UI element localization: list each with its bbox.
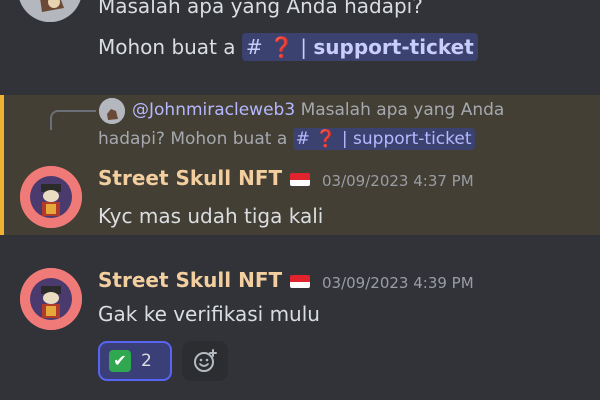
message-header: Street Skull NFT [98,166,311,190]
reply-preview-line1[interactable]: @Johnmiracleweb3 Masalah apa yang Anda [132,96,504,124]
channel-hash-icon: # [245,35,263,59]
message-text: Masalah apa yang Anda hadapi? [98,0,423,18]
question-mark-emoji: ❓ [269,35,294,59]
channel-hash-icon: # [295,129,310,149]
channel-mention-support-ticket[interactable]: # ❓ | support-ticket [241,33,478,61]
reply-text: Masalah apa yang Anda [300,100,505,120]
reply-username[interactable]: @Johnmiracleweb3 [132,100,295,120]
message-header: Street Skull NFT [98,268,311,292]
avatar-street-skull-nft[interactable] [20,268,82,330]
channel-name: support-ticket [353,129,472,149]
channel-name: support-ticket [313,35,474,59]
reply-avatar[interactable] [99,98,125,124]
username[interactable]: Street Skull NFT [98,268,282,292]
indonesia-flag-icon [290,173,311,186]
avatar-image [20,166,82,228]
reply-connector [50,110,96,130]
avatar-image [20,268,82,330]
mention-separator: | [300,35,308,59]
message-text-line2: Mohon buat a # ❓ | support-ticket [98,33,478,61]
reply-channel-mention[interactable]: # ❓ | support-ticket [292,128,475,150]
reply-preview-line2[interactable]: hadapi? Mohon buat a # ❓ | support-ticke… [98,125,475,153]
check-mark-button-icon: ✔ [109,350,131,372]
mention-separator: | [341,129,348,149]
indonesia-flag-icon [290,275,311,288]
username[interactable]: Street Skull NFT [98,166,282,190]
message-text: Kyc mas udah tiga kali [98,204,324,228]
next-message-cutoff [98,391,238,400]
message-text-fragment: Mohon buat a [98,35,236,59]
reply-avatar-image [99,98,125,124]
reaction-check-mark[interactable]: ✔ 2 [98,341,172,381]
avatar-image [18,0,82,22]
add-reaction-icon [194,349,217,372]
avatar-street-skull-nft[interactable] [20,166,82,228]
timestamp: 03/09/2023 4:37 PM [322,172,474,190]
avatar-johnmiracleweb3[interactable] [18,0,82,22]
timestamp: 03/09/2023 4:39 PM [322,274,474,292]
add-reaction-button[interactable] [182,341,228,381]
reaction-count: 2 [141,351,152,371]
question-mark-emoji: ❓ [315,129,337,149]
reply-text: hadapi? Mohon buat a [98,129,288,149]
message-text: Gak ke verifikasi mulu [98,302,320,326]
